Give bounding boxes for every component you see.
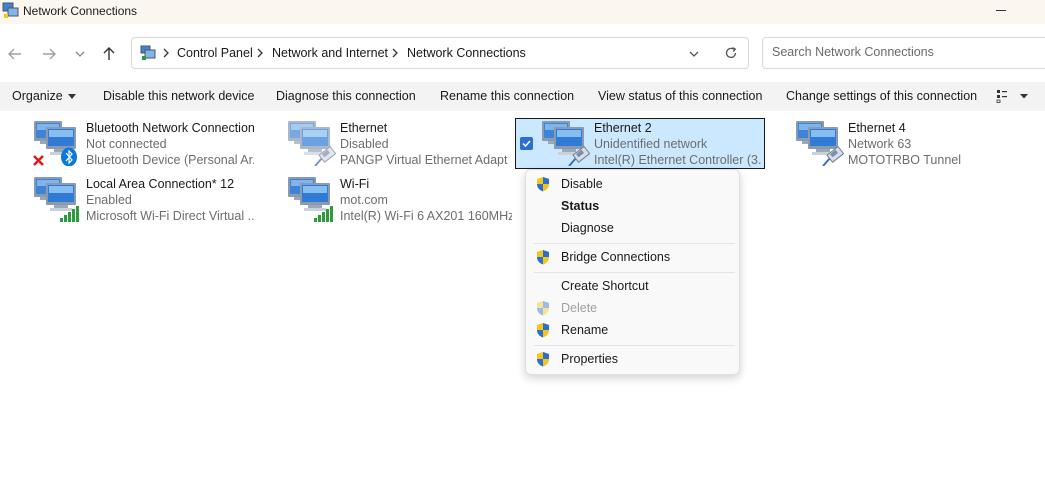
uac-shield-icon [537, 323, 549, 338]
recent-locations-button[interactable] [69, 43, 91, 65]
menu-item-diagnose[interactable]: Diagnose [526, 217, 739, 239]
breadcrumb-separator-icon [163, 48, 169, 58]
dropdown-arrow-icon [67, 93, 76, 99]
change-settings-button[interactable]: Change settings of this connection [786, 89, 977, 103]
connection-status: mot.com [340, 193, 388, 207]
connection-status: Unidentified network [594, 137, 708, 151]
menu-separator [534, 243, 735, 244]
wifi-network-icon [288, 177, 333, 222]
menu-item-label: Properties [561, 352, 618, 366]
connection-status: Disabled [340, 137, 389, 151]
menu-item-label: Rename [561, 323, 609, 337]
connection-name: Ethernet 4 [848, 121, 906, 135]
connection-name: Bluetooth Network Connection [86, 121, 255, 135]
menu-separator [534, 272, 735, 273]
connection-name: Ethernet 2 [594, 121, 652, 135]
refresh-icon[interactable] [724, 46, 738, 60]
uac-shield-icon [537, 352, 549, 367]
back-button[interactable] [4, 43, 26, 65]
search-input[interactable] [772, 45, 1032, 59]
connection-device: Bluetooth Device (Personal Ar... [86, 153, 254, 167]
menu-item-disable[interactable]: Disable [526, 173, 739, 195]
connection-name: Local Area Connection* 12 [86, 177, 235, 191]
connection-item-ethernet-4[interactable]: Ethernet 4 Network 63 MOTOTRBO Tunnel [794, 118, 1034, 168]
control-panel-icon [140, 45, 156, 60]
connection-device: Intel(R) Ethernet Controller (3... [594, 153, 762, 167]
ethernet-network-icon [542, 121, 590, 166]
wifi-network-icon [34, 177, 79, 222]
ethernet-network-icon [796, 121, 844, 166]
up-button[interactable] [98, 43, 120, 65]
connection-item-wifi[interactable]: Wi-Fi mot.com Intel(R) Wi-Fi 6 AX201 160… [286, 174, 526, 224]
breadcrumb-control-panel[interactable]: Control Panel [177, 46, 253, 60]
uac-shield-icon [537, 177, 549, 192]
breadcrumb-network-and-internet[interactable]: Network and Internet [272, 46, 388, 60]
up-arrow-icon [103, 47, 115, 60]
connection-device: Intel(R) Wi-Fi 6 AX201 160MHz [340, 209, 512, 223]
connection-name: Ethernet [340, 121, 388, 135]
view-status-button[interactable]: View status of this connection [598, 89, 762, 103]
breadcrumb-network-connections[interactable]: Network Connections [407, 46, 526, 60]
connection-name: Wi-Fi [340, 177, 370, 191]
menu-separator [534, 345, 735, 346]
bluetooth-network-icon [33, 121, 77, 166]
menu-item-label: Status [561, 199, 600, 213]
connection-item-local-area-connection[interactable]: Local Area Connection* 12 Enabled Micros… [32, 174, 272, 224]
organize-label: Organize [12, 89, 63, 103]
connection-status: Enabled [86, 193, 132, 207]
address-bar[interactable]: Control Panel Network and Internet Netwo… [131, 37, 749, 69]
chevron-down-icon [75, 51, 85, 57]
connection-item-ethernet[interactable]: Ethernet Disabled PANGP Virtual Ethernet… [286, 118, 526, 168]
menu-item-properties[interactable]: Properties [526, 348, 739, 370]
connection-item-bluetooth[interactable]: Bluetooth Network Connection Not connect… [32, 118, 272, 168]
view-options-button[interactable] [996, 89, 1030, 106]
forward-button[interactable] [38, 43, 60, 65]
rename-connection-button[interactable]: Rename this connection [440, 89, 574, 103]
title-bar: Network Connections [0, 0, 1045, 24]
address-dropdown-icon[interactable] [689, 50, 699, 58]
uac-shield-icon [537, 250, 549, 265]
uac-shield-icon [537, 301, 549, 316]
breadcrumb-separator-icon [392, 48, 398, 58]
disable-device-button[interactable]: Disable this network device [103, 89, 254, 103]
menu-item-label: Disable [561, 177, 603, 191]
menu-item-status[interactable]: Status [526, 195, 739, 217]
connection-status: Network 63 [848, 137, 912, 151]
back-arrow-icon [8, 48, 21, 60]
menu-item-label: Diagnose [561, 221, 614, 235]
forward-arrow-icon [43, 48, 56, 60]
menu-item-bridge-connections[interactable]: Bridge Connections [526, 246, 739, 268]
diagnose-connection-button[interactable]: Diagnose this connection [276, 89, 416, 103]
breadcrumb-separator-icon [257, 48, 263, 58]
menu-item-create-shortcut[interactable]: Create Shortcut [526, 275, 739, 297]
connection-status: Not connected [86, 137, 167, 151]
connection-device: Microsoft Wi-Fi Direct Virtual ... [86, 209, 254, 223]
menu-item-label: Bridge Connections [561, 250, 671, 264]
organize-menu-button[interactable]: Organize [12, 89, 76, 103]
menu-item-delete: Delete [526, 297, 739, 319]
minimize-button[interactable] [996, 10, 1006, 11]
search-box[interactable] [762, 37, 1045, 69]
network-connections-app-icon [2, 2, 19, 18]
menu-item-label: Create Shortcut [561, 279, 649, 293]
details-view-icon [996, 90, 1028, 103]
ethernet-network-icon [288, 121, 336, 166]
menu-item-rename[interactable]: Rename [526, 319, 739, 341]
window-title: Network Connections [23, 4, 138, 18]
menu-item-label: Delete [561, 301, 598, 315]
connection-device: PANGP Virtual Ethernet Adapt... [340, 153, 508, 167]
context-menu: Disable Status Diagnose Bridge Connectio… [525, 169, 740, 375]
connection-item-ethernet-2[interactable]: Ethernet 2 Unidentified network Intel(R)… [540, 118, 780, 168]
connection-device: MOTOTRBO Tunnel [848, 153, 961, 167]
